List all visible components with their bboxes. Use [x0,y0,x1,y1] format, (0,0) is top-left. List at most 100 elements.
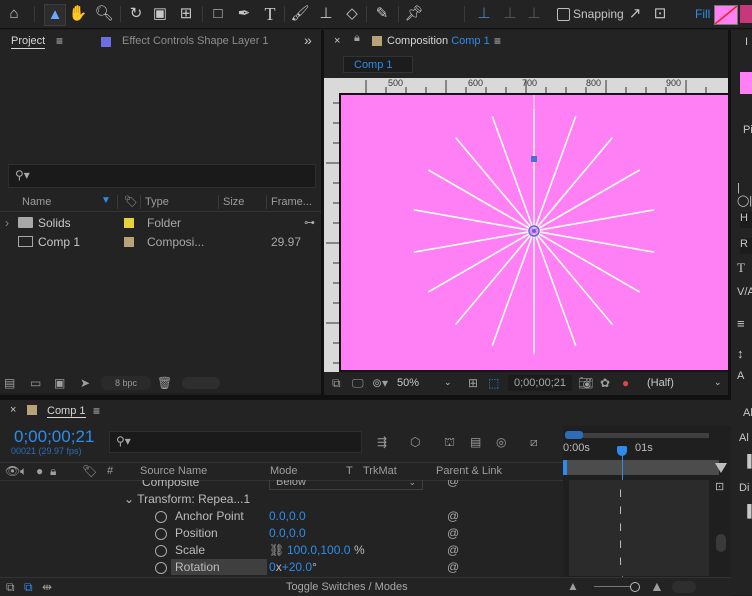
stopwatch-icon[interactable] [155,562,167,574]
pan-behind-tool-icon[interactable]: ⊞ [176,4,196,24]
trash-icon[interactable]: 🗑︎ [157,376,172,390]
world-axis-icon[interactable]: ⊥ [500,4,520,24]
zoom-out-icon[interactable]: ▲ [567,579,579,593]
position-value[interactable]: 0.0,0.0 [269,525,306,542]
comp-end-marker-icon[interactable] [715,463,727,473]
motion-blur-icon[interactable]: ◎ [496,435,506,449]
roto-brush-tool-icon[interactable]: ✎ [372,4,392,24]
vertical-scrollbar[interactable] [716,534,726,552]
pickwhip-icon[interactable]: @ [447,480,459,488]
show-snapshot-icon[interactable]: ✿ [600,376,610,390]
new-composition-icon[interactable]: ▣ [54,376,65,390]
fill-label[interactable]: Fill [695,7,710,21]
in-out-icon[interactable]: ⇹ [42,580,52,594]
camera-tool-icon[interactable]: ▣ [150,4,170,24]
transfer-controls-icon[interactable]: ⧉ [24,580,33,594]
solo-icon[interactable]: ● [36,464,43,478]
layer-switches-icon[interactable]: ⧉ [6,580,15,594]
label-color-swatch[interactable] [124,218,134,228]
eraser-tool-icon[interactable]: ◇ [342,4,362,24]
comp-flowchart-icon[interactable]: ⇶ [377,435,387,449]
flowchart-icon[interactable]: ⊶ [304,214,315,232]
view-axis-icon[interactable]: ⊥ [524,4,544,24]
stroke-color-swatch[interactable] [740,5,752,23]
composite-dropdown[interactable]: Below ⌄ [269,480,423,490]
tab-timeline-comp[interactable]: Comp 1 [47,405,86,418]
comp-breadcrumb[interactable]: Comp 1 [343,56,413,73]
always-preview-icon[interactable]: ⧉ [332,376,341,390]
baseline-icon[interactable]: A [737,370,744,382]
keyframe-marker[interactable]: I [619,505,622,517]
keyframe-marker[interactable]: I [619,488,622,500]
distribute-icon[interactable]: ▐ [743,504,752,518]
graph-editor-toggle-icon[interactable]: ⊡ [715,480,724,493]
time-graph-area[interactable]: 0:00s 01s I I I I I ⊡ [563,426,731,577]
rotate-tool-icon[interactable]: ↻ [126,4,146,24]
chevron-down-icon[interactable]: ⌄ [444,377,452,388]
video-eye-icon[interactable]: 👁︎ [5,464,20,478]
project-item-row[interactable]: › Solids Folder ⊶ [0,214,321,232]
transform-group[interactable]: ⌄ Transform: Repea...1 [124,491,250,508]
panel-menu-icon[interactable]: ≡ [93,404,100,418]
clone-stamp-tool-icon[interactable]: ⊥ [316,4,336,24]
pickwhip-icon[interactable]: @ [447,559,459,576]
brush-tool-icon[interactable]: 🖌︎ [290,4,310,24]
color-swatch[interactable] [740,72,752,94]
bpc-button[interactable]: 8 bpc [101,376,151,390]
column-track-matte[interactable]: TrkMat [363,465,397,477]
label-tag-icon[interactable]: 🏷︎ [82,464,97,478]
pickwhip-icon[interactable]: @ [447,525,459,542]
anchor-point-value[interactable]: 0.0,0.0 [269,508,306,525]
zoom-slider-handle[interactable] [630,582,640,592]
work-area-bar[interactable] [583,433,709,438]
constrain-proportions-icon[interactable]: ⛓︎ [269,542,284,559]
thumbnail-slider[interactable] [182,377,220,389]
column-mode[interactable]: Mode [270,465,298,477]
zoom-in-icon[interactable]: ▲ [650,579,664,593]
graph-editor-icon[interactable]: ⧄ [530,435,538,449]
tab-composition[interactable]: Composition Comp 1 [387,35,490,47]
grid-guides-icon[interactable]: ⊞ [468,376,478,390]
interpret-footage-icon[interactable]: ▤ [4,376,15,390]
timeline-current-time[interactable]: 0;00;00;21 [14,427,94,447]
type-tool-icon[interactable]: T [260,4,280,24]
pen-tool-icon[interactable]: ✒ [234,4,254,24]
current-time-display[interactable]: 0;00;00;21 [508,375,572,391]
stopwatch-icon[interactable] [155,528,167,540]
mask-visibility-icon[interactable]: ⊚▾ [372,376,388,390]
snapping-checkbox[interactable] [557,8,570,21]
align-left-icon[interactable]: ▐ [743,454,752,468]
pickwhip-icon[interactable]: @ [447,542,459,559]
frame-blending-icon[interactable]: ▤ [470,435,481,449]
layer-duration-bar[interactable] [563,460,719,475]
zoom-tool-icon[interactable]: 🔍︎ [94,4,114,24]
column-frame-rate[interactable]: Frame... [271,196,312,208]
adjust-project-settings-icon[interactable]: ➤ [80,376,90,390]
rectangle-tool-icon[interactable]: □ [208,4,228,24]
tab-project[interactable]: Project [11,35,46,49]
fill-color-swatch[interactable] [714,5,738,25]
project-item-row[interactable]: Comp 1 Composi... 29.97 [0,233,321,251]
pickwhip-icon[interactable]: @ [447,508,459,525]
lock-icon[interactable]: 🔒︎ [354,32,360,45]
panel-menu-icon[interactable]: ≡ [56,34,63,48]
panel-menu-icon[interactable]: ≡ [494,34,501,48]
column-parent-link[interactable]: Parent & Link [436,465,502,477]
align-icon[interactable]: ≡ [737,316,745,331]
leading-icon[interactable]: ↕ [737,346,744,361]
expand-chevron-icon[interactable]: › [5,214,9,232]
rotation-value[interactable]: 0x+20.0° [269,559,317,576]
audio-icon[interactable]: 🔈︎ [20,464,27,478]
keyframe-marker[interactable]: I [619,556,622,568]
close-tab-icon[interactable]: × [10,404,16,416]
chevron-down-icon[interactable]: ⌄ [714,377,722,388]
region-of-interest-icon[interactable]: ⬚ [488,376,499,390]
monitor-icon[interactable]: 🖵︎ [352,376,364,390]
layer-in-marker[interactable] [563,460,567,475]
channel-rgb-icon[interactable]: ● [622,376,629,390]
new-folder-icon[interactable]: ▭ [30,376,41,390]
panel-overflow-icon[interactable]: » [304,32,312,48]
snapshot-camera-icon[interactable]: 📷︎ [578,376,593,390]
panel-label-clipped[interactable]: R [740,238,752,254]
scale-value[interactable]: 100.0,100.0 [287,542,350,559]
